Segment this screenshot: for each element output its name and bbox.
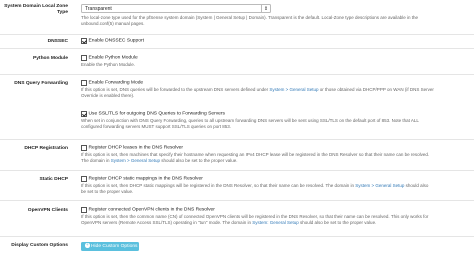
system-domain-help: The local-zone type used for the pfSense… xyxy=(81,15,419,26)
dhcp-registration-label: DHCP Registration xyxy=(24,146,68,151)
openvpn-clients-label: OpenVPN Clients xyxy=(27,208,68,213)
static-dhcp-label: Static DHCP xyxy=(39,177,68,182)
ssl-tls-forwarding-checkbox-label: Use SSL/TLS for outgoing DNS Queries to … xyxy=(88,111,225,117)
python-module-checkbox[interactable] xyxy=(81,54,87,61)
python-module-help: Enable the Python Module. xyxy=(81,62,136,67)
static-dhcp-help: If this option is set, then DHCP static … xyxy=(81,183,429,194)
openvpn-clients-help: If this option is set, then the common n… xyxy=(81,214,429,225)
hide-custom-options-label: Hide Custom Options xyxy=(91,244,138,249)
python-module-label: Python Module xyxy=(32,56,68,61)
general-setup-link[interactable]: System > General Setup xyxy=(111,158,160,163)
local-zone-type-select[interactable]: Transparent ⇕ xyxy=(81,4,271,13)
custom-options-label: Display Custom Options xyxy=(11,243,68,248)
dhcp-registration-help: If this option is set, then machines tha… xyxy=(81,152,430,163)
hide-custom-options-button[interactable]: + Hide Custom Options xyxy=(81,242,139,251)
plus-circle-icon: + xyxy=(85,242,90,248)
system-domain-label: System Domain Local Zone Type xyxy=(4,4,68,15)
dnssec-checkbox[interactable] xyxy=(81,37,87,44)
dhcp-registration-checkbox-label: Register DHCP leases in the DNS Resolver xyxy=(88,145,184,151)
dnssec-label: DNSSEC xyxy=(47,39,68,44)
forwarding-mode-checkbox[interactable] xyxy=(81,79,87,86)
python-module-checkbox-label: Enable Python Module xyxy=(88,55,138,61)
forwarding-mode-checkbox-label: Enable Forwarding Mode xyxy=(88,80,144,86)
dnssec-checkbox-label: Enable DNSSEC Support xyxy=(88,38,144,44)
select-arrow-icon: ⇕ xyxy=(261,5,270,13)
ssl-tls-forwarding-help: When set in conjunction with DNS Query F… xyxy=(81,118,419,129)
general-setup-link[interactable]: System > General Setup xyxy=(355,183,404,188)
dhcp-registration-checkbox[interactable] xyxy=(81,144,87,151)
forwarding-mode-help: If this option is set, DNS queries will … xyxy=(81,87,434,98)
local-zone-type-value: Transparent xyxy=(85,6,112,12)
general-setup-link[interactable]: System > General Setup xyxy=(269,87,318,92)
ssl-tls-forwarding-checkbox[interactable] xyxy=(81,110,87,117)
static-dhcp-checkbox[interactable] xyxy=(81,175,87,182)
openvpn-clients-checkbox[interactable] xyxy=(81,206,87,213)
static-dhcp-checkbox-label: Register DHCP static mappings in the DNS… xyxy=(88,176,203,182)
openvpn-clients-checkbox-label: Register connected OpenVPN clients in th… xyxy=(88,207,215,213)
general-setup-link[interactable]: System: General Setup xyxy=(252,220,299,225)
dns-query-forwarding-label: DNS Query Forwarding xyxy=(14,81,68,86)
